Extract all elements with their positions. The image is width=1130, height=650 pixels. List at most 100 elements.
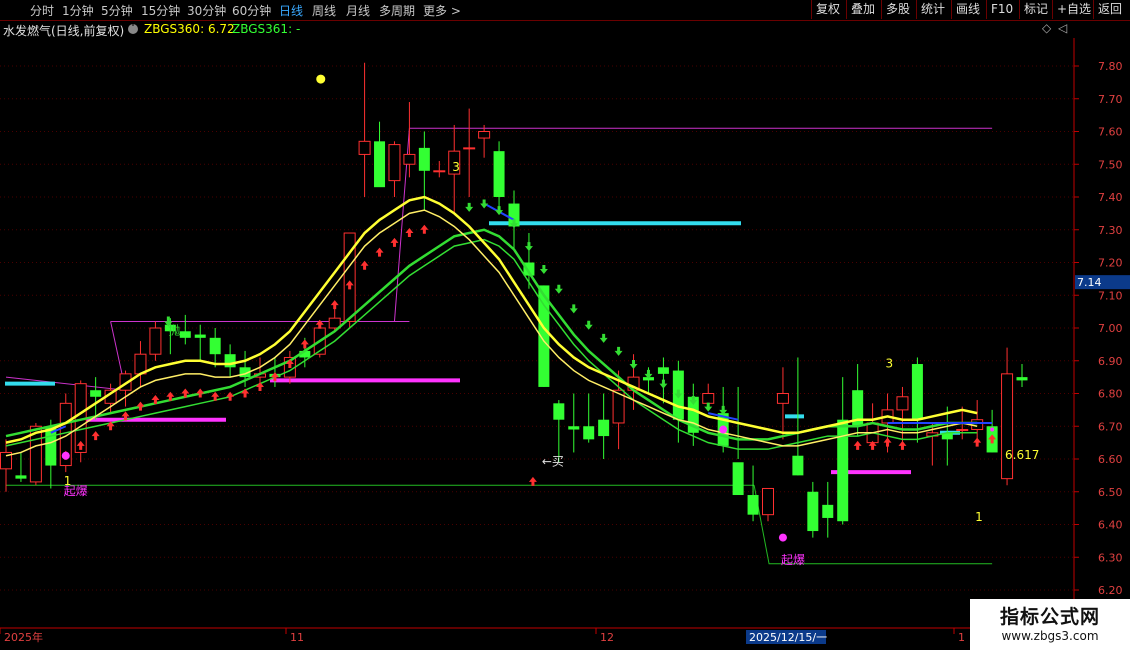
candle-down: [224, 354, 236, 368]
sell-arrow-icon: [465, 202, 474, 212]
buy-arrow-icon: [853, 440, 862, 450]
sell-arrow-icon: [659, 379, 668, 389]
candle-down: [911, 364, 923, 420]
y-tick-label: 7.40: [1098, 191, 1123, 204]
y-tick-label: 7.50: [1098, 158, 1123, 171]
candle-up: [702, 393, 715, 404]
candle-down: [583, 426, 595, 440]
buy-arrow-icon: [300, 339, 309, 349]
y-tick-label: 7.30: [1098, 224, 1123, 237]
buy-arrow-icon: [91, 431, 100, 441]
candle-down: [657, 367, 669, 374]
date-axis: 2025年 11 12 2025/12/15/一 1: [0, 628, 965, 644]
candle-down: [553, 403, 565, 420]
candle-up: [388, 144, 401, 182]
candle-up: [149, 327, 162, 355]
sell-arrow-icon: [704, 402, 713, 412]
candle-up: [1001, 373, 1014, 480]
buy-arrow-icon: [528, 476, 537, 486]
watermark-url: www.zbgs3.com: [1001, 629, 1099, 643]
annotation-label: ←买: [542, 455, 564, 469]
candle-down: [792, 455, 804, 476]
y-tick-label: 6.90: [1098, 355, 1123, 368]
sell-arrow-icon: [539, 265, 548, 275]
sell-arrow-icon: [569, 304, 578, 314]
candle-down: [374, 141, 386, 188]
sell-arrow-icon: [599, 333, 608, 343]
buy-arrow-icon: [241, 388, 250, 398]
y-tick-label: 7.80: [1098, 60, 1123, 73]
candle-down: [598, 419, 610, 437]
candle-up: [896, 396, 909, 411]
candle-down: [194, 334, 206, 338]
candle-up: [971, 419, 984, 431]
y-tick-label: 6.50: [1098, 486, 1123, 499]
x-tick-label: 11: [290, 631, 304, 644]
buy-arrow-icon: [973, 437, 982, 447]
sell-arrow-icon: [629, 360, 638, 370]
candle-down: [15, 475, 27, 479]
x-tick-label-selected: 2025/12/15/一: [749, 631, 827, 644]
candle-down: [732, 462, 744, 496]
price-axis: 7.80 7.70 7.60 7.50 7.40 7.30 7.20 7.10 7.00 6.90…: [1074, 60, 1130, 597]
candle-layer: [0, 62, 1028, 538]
buy-arrow-icon: [898, 440, 907, 450]
sell-arrow-icon: [554, 284, 563, 294]
y-tick-label: 6.20: [1098, 584, 1123, 597]
buy-arrow-icon: [883, 437, 892, 447]
candle-down: [747, 495, 759, 515]
y-tick-label: 7.20: [1098, 257, 1123, 270]
y-tick-label: 6.30: [1098, 551, 1123, 564]
buy-arrow-icon: [196, 388, 205, 398]
candle-up: [358, 140, 371, 155]
sell-arrow-icon: [524, 242, 533, 252]
candle-down: [493, 151, 505, 197]
buy-arrow-icon: [375, 247, 384, 257]
y-tick-label: 7.10: [1098, 289, 1123, 302]
y-tick-label: 6.80: [1098, 388, 1123, 401]
magenta-dot-icon: [990, 427, 995, 432]
x-tick-label: 1: [958, 631, 965, 644]
site-watermark: 指标公式网 www.zbgs3.com: [970, 599, 1130, 650]
candle-down: [418, 147, 430, 171]
yellow-dot-icon: [316, 74, 326, 84]
sell-arrow-icon: [584, 320, 593, 330]
y-tick-label: 6.40: [1098, 519, 1123, 532]
buy-arrow-icon: [390, 237, 399, 247]
candle-up: [433, 170, 446, 173]
annotation-label: 3: [452, 160, 460, 174]
y-tick-label: 7.70: [1098, 93, 1123, 106]
candle-down: [807, 491, 819, 532]
y-tick-label: 7.60: [1098, 126, 1123, 139]
moving-average-layer: [5, 195, 993, 457]
candle-down: [90, 390, 102, 397]
candle-down: [822, 504, 834, 518]
y-tick-label: 7.00: [1098, 322, 1123, 335]
annotation-label: 起爆: [781, 553, 805, 567]
annotation-label: 6.617: [1005, 448, 1039, 462]
buy-arrow-icon: [330, 300, 339, 310]
y-tick-label: 6.70: [1098, 420, 1123, 433]
candle-up: [478, 131, 491, 139]
candle-up: [762, 487, 774, 516]
annotation-label: 1: [975, 510, 983, 524]
candle-down: [1016, 377, 1028, 381]
magenta-dot-icon: [61, 451, 70, 460]
annotation-label: 1: [64, 474, 72, 488]
candle-up: [463, 147, 476, 150]
buy-arrow-icon: [136, 401, 145, 411]
resistance-line-left: [5, 321, 127, 391]
candle-up: [956, 429, 969, 432]
magenta-dot-icon: [719, 425, 728, 434]
y-tick-label: 6.60: [1098, 453, 1123, 466]
sell-arrow-icon: [614, 346, 623, 356]
candle-up: [403, 153, 416, 165]
candle-down: [179, 331, 191, 338]
magenta-dot-icon: [778, 533, 787, 542]
kline-chart[interactable]: 抛←买起爆起爆33116.617 7.807.707.607.507.407.3…: [0, 0, 1130, 650]
sell-arrow-icon: [480, 199, 489, 209]
signal-marker-layer: 抛←买起爆起爆33116.617: [61, 74, 1039, 567]
annotation-label: 3: [886, 356, 894, 370]
buy-arrow-icon: [360, 260, 369, 270]
x-tick-label: 12: [600, 631, 614, 644]
